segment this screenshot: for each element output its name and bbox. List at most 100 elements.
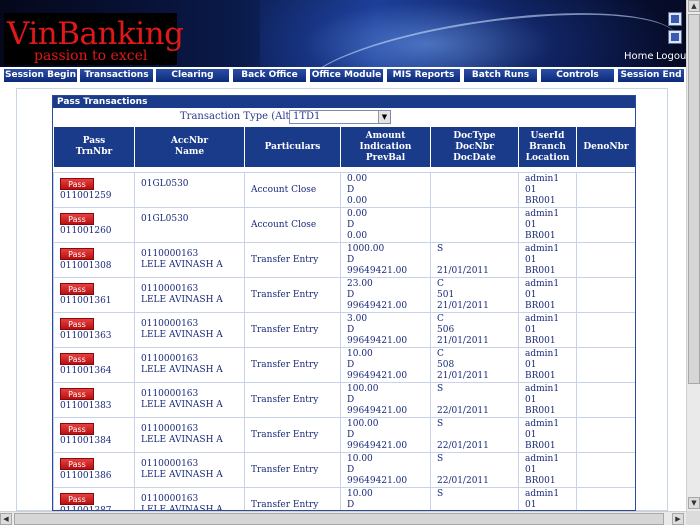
doc-type	[437, 209, 518, 220]
location: BR001	[525, 265, 556, 276]
indication: D	[347, 254, 355, 265]
document-cell: S 22/01/2011	[430, 382, 519, 418]
document-cell	[430, 207, 519, 243]
account-number: 0110000163	[141, 284, 199, 294]
pass-button[interactable]: Pass	[60, 318, 94, 330]
scroll-left-icon[interactable]: ◀	[0, 513, 12, 525]
scroll-right-icon[interactable]: ▶	[672, 513, 684, 525]
table-header-row: Pass TrnNbr AccNbr Name Particulars Amount…	[53, 126, 635, 168]
menu-office-module[interactable]: Office Module	[310, 69, 383, 82]
scrollbar-corner	[686, 511, 700, 525]
chevron-down-icon[interactable]: ▼	[378, 111, 390, 123]
account-name	[141, 225, 244, 236]
scroll-up-icon[interactable]: ▲	[688, 0, 700, 12]
account-cell: 0110000163 LELE AVINASH A	[134, 242, 245, 278]
account-name: LELE AVINASH A	[141, 260, 223, 270]
particulars: Transfer Entry	[251, 429, 319, 440]
doc-date	[437, 231, 518, 242]
menu-batch-runs[interactable]: Batch Runs	[464, 69, 537, 82]
account-name: LELE AVINASH A	[141, 470, 223, 480]
pass-cell: Pass 011001260	[53, 207, 135, 243]
trn-number: 011001383	[60, 401, 112, 411]
amount: 10.00	[347, 348, 373, 359]
particulars-cell: Transfer Entry	[244, 452, 341, 488]
logout-link[interactable]: Logout	[656, 51, 686, 62]
branch: 01	[525, 254, 537, 265]
pass-cell: Pass 011001364	[53, 347, 135, 383]
prev-balance: 99649421.00	[347, 335, 408, 346]
indication: D	[347, 359, 355, 370]
location: BR001	[525, 440, 556, 451]
account-name: LELE AVINASH A	[141, 435, 223, 445]
transaction-type-select[interactable]: 1TD1 ▼	[289, 110, 391, 124]
particulars: Transfer Entry	[251, 464, 319, 475]
menu-back-office[interactable]: Back Office	[233, 69, 306, 82]
trn-number: 011001260	[60, 226, 112, 236]
save-icon[interactable]	[668, 30, 682, 44]
doc-number: 508	[437, 359, 455, 370]
particulars: Transfer Entry	[251, 324, 319, 335]
indication: D	[347, 184, 355, 195]
user-id: admin1	[525, 208, 560, 219]
account-cell: 0110000163 LELE AVINASH A	[134, 487, 245, 510]
vertical-scrollbar[interactable]: ▲ ▼	[686, 0, 700, 511]
branch: 01	[525, 184, 537, 195]
amount-cell: 10.00D99649421.00	[340, 487, 431, 510]
user-cell: admin101BR001	[518, 417, 577, 453]
amount-cell: 10.00D99649421.00	[340, 347, 431, 383]
amount-cell: 100.00 D 99649421.00	[340, 382, 431, 418]
user-id: admin1	[525, 348, 560, 359]
pass-button[interactable]: Pass	[60, 388, 94, 400]
doc-type: S	[437, 243, 444, 254]
account-number: 0110000163	[141, 389, 199, 399]
trn-number: 011001361	[60, 296, 112, 306]
pass-button[interactable]: Pass	[60, 248, 94, 260]
deno-cell	[576, 242, 635, 278]
particulars: Transfer Entry	[251, 499, 319, 510]
pass-button[interactable]: Pass	[60, 493, 94, 505]
menu-transactions[interactable]: Transactions	[80, 69, 153, 82]
doc-type: S	[437, 418, 444, 429]
location: BR001	[525, 335, 556, 346]
menu-session-end[interactable]: Session End	[618, 69, 684, 82]
account-number: 0110000163	[141, 424, 199, 434]
amount: 100.00	[347, 383, 379, 394]
user-id: admin1	[525, 488, 560, 499]
scroll-down-icon[interactable]: ▼	[688, 497, 700, 509]
pass-button[interactable]: Pass	[60, 213, 94, 225]
menu-clearing[interactable]: Clearing	[156, 69, 229, 82]
menu-controls[interactable]: Controls	[541, 69, 614, 82]
menu-mis-reports[interactable]: MIS Reports	[387, 69, 460, 82]
user-cell: admin101BR001	[518, 312, 577, 348]
vertical-scroll-thumb[interactable]	[688, 14, 700, 384]
pass-button[interactable]: Pass	[60, 178, 94, 190]
amount: 1000.00	[347, 243, 385, 254]
doc-number: 506	[437, 324, 455, 335]
menu-session-begin[interactable]: Session Begin	[4, 69, 77, 82]
indication: D	[347, 464, 355, 475]
pass-button[interactable]: Pass	[60, 423, 94, 435]
doc-number	[437, 185, 518, 196]
pass-button[interactable]: Pass	[60, 458, 94, 470]
home-link[interactable]: Home	[624, 51, 654, 62]
horizontal-scrollbar[interactable]: ◀ ▶	[0, 511, 686, 525]
pass-cell: Pass 011001363	[53, 312, 135, 348]
document-cell: C 501 21/01/2011	[430, 277, 519, 313]
document-cell	[430, 172, 519, 208]
pass-button[interactable]: Pass	[60, 283, 94, 295]
particulars: Account Close	[251, 219, 317, 230]
logo: VinBanking passion to excel	[4, 13, 184, 65]
prev-balance: 99649421.00	[347, 265, 408, 276]
particulars-cell: Transfer Entry	[244, 312, 341, 348]
account-name: LELE AVINASH A	[141, 400, 223, 410]
amount: 10.00	[347, 488, 373, 499]
deno-cell	[576, 277, 635, 313]
account-number: 01GL0530	[141, 214, 189, 224]
pass-button[interactable]: Pass	[60, 353, 94, 365]
doc-number	[437, 255, 518, 266]
horizontal-scroll-thumb[interactable]	[14, 513, 664, 525]
grid-icon[interactable]	[668, 12, 682, 26]
amount: 0.00	[347, 208, 368, 219]
table-row: Pass 011001260 01GL0530 Account Close 0.00 D 0…	[53, 207, 635, 243]
doc-type: C	[437, 313, 444, 324]
